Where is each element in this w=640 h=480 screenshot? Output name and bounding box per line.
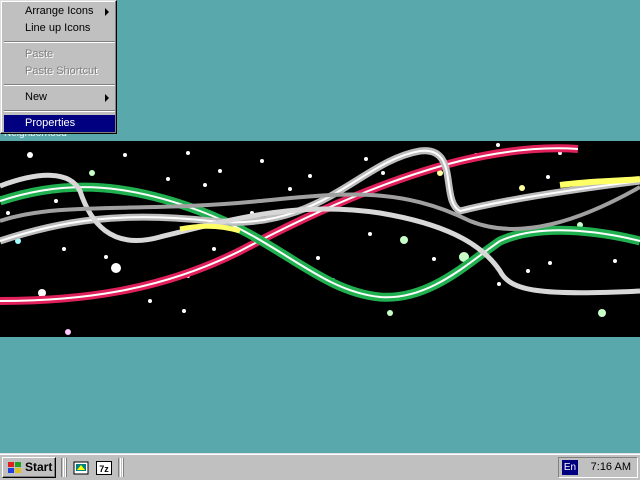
clock[interactable]: 7:16 AM — [591, 461, 631, 474]
menu-item-paste[interactable]: Paste — [4, 46, 115, 63]
menu-item-label: Paste — [25, 48, 54, 60]
taskbar-separator — [118, 458, 121, 477]
language-indicator[interactable]: En — [562, 460, 578, 475]
7zip-icon[interactable]: 7z — [96, 460, 112, 476]
menu-item-new[interactable]: New — [4, 89, 115, 106]
start-button[interactable]: Start — [2, 457, 56, 478]
menu-item-label: Arrange Icons — [25, 5, 94, 17]
wallpaper-ribbons — [0, 143, 640, 335]
windows-logo-icon — [8, 462, 21, 473]
taskbar-separator — [61, 458, 64, 477]
menu-item-label: New — [25, 91, 48, 103]
menu-separator — [4, 84, 115, 86]
quick-launch-grip[interactable] — [65, 458, 67, 477]
menu-item-arrange-icons[interactable]: Arrange Icons — [4, 3, 115, 20]
menu-separator — [4, 41, 115, 43]
svg-text:7z: 7z — [99, 464, 109, 474]
desktop-context-menu: Arrange Icons Line up Icons Paste Paste … — [0, 0, 117, 134]
menu-item-properties[interactable]: Properties — [4, 115, 115, 132]
desktop-shortcut-icon[interactable] — [73, 460, 89, 476]
menu-item-label: Properties — [25, 117, 76, 129]
wallpaper-stars — [6, 143, 617, 335]
menu-item-paste-shortcut[interactable]: Paste Shortcut — [4, 63, 115, 80]
submenu-arrow-icon — [105, 94, 109, 102]
submenu-arrow-icon — [105, 8, 109, 16]
wallpaper-image — [0, 141, 640, 337]
menu-item-label: Line up Icons — [25, 22, 91, 34]
taskbar: Start 7z En 7:16 AM — [0, 453, 640, 480]
menu-item-label: Paste Shortcut — [25, 65, 98, 77]
taskbar-grip[interactable] — [122, 458, 124, 477]
menu-separator — [4, 110, 115, 112]
system-tray: En 7:16 AM — [558, 457, 638, 478]
menu-item-line-up-icons[interactable]: Line up Icons — [4, 20, 115, 37]
start-label: Start — [25, 460, 53, 474]
